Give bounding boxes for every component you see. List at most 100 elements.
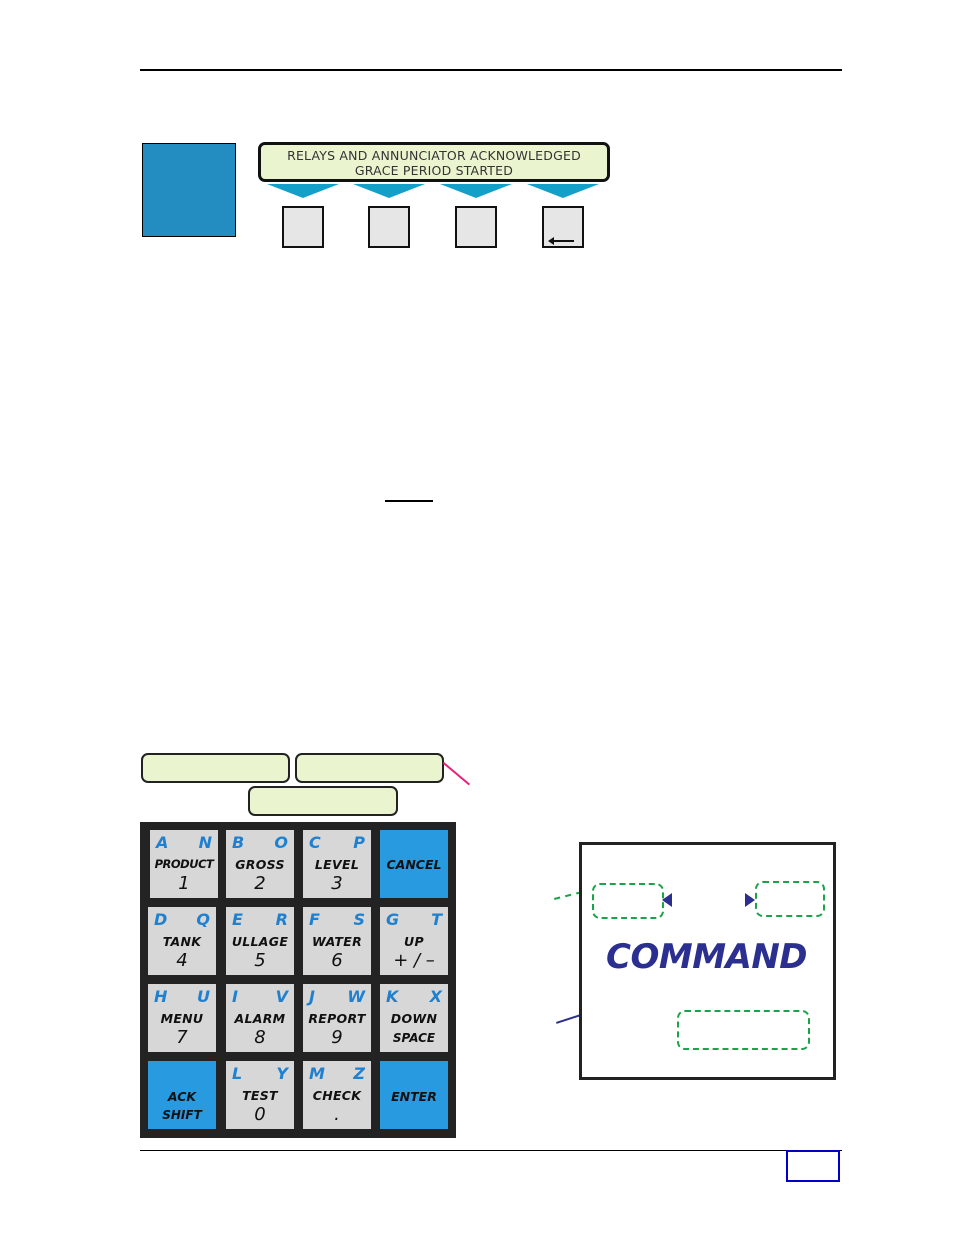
key-letters: LY (232, 1064, 288, 1083)
key-function: ENTER (391, 1089, 437, 1104)
header-rule (140, 69, 842, 71)
key-number: + / – (393, 950, 435, 971)
letter-left: B (232, 833, 245, 852)
key-letters: MZ (309, 1064, 365, 1083)
softkey-pointer-2 (353, 184, 425, 198)
key-letters: FS (309, 910, 365, 929)
right-triangle-icon (745, 893, 755, 907)
key-test-0[interactable]: LY TEST 0 (226, 1061, 294, 1129)
letter-right: Z (353, 1064, 365, 1083)
key-letters: KX (386, 987, 442, 1006)
letter-right: Q (196, 910, 210, 929)
key-number: 8 (254, 1027, 266, 1048)
letter-left: J (309, 987, 315, 1006)
key-menu-7[interactable]: HU MENU 7 (148, 984, 216, 1052)
key-number: 4 (176, 950, 188, 971)
lcd-line-2: GRACE PERIOD STARTED (354, 163, 514, 178)
key-letters: BO (232, 833, 288, 852)
callout-box-3 (248, 786, 398, 816)
key-letters: DQ (154, 910, 210, 929)
key-down-space[interactable]: KX DOWN SPACE (380, 984, 448, 1052)
key-function: TEST (242, 1088, 278, 1103)
letter-left: L (232, 1064, 243, 1083)
blue-leader-line (556, 1013, 582, 1024)
back-arrow-icon (548, 237, 574, 245)
key-function: UP (404, 934, 424, 949)
key-sub-function: SHIFT (162, 1108, 202, 1122)
key-function: CHECK (312, 1088, 362, 1103)
key-letters: AN (156, 833, 212, 852)
letter-left: D (154, 910, 168, 929)
letter-left: M (309, 1064, 325, 1083)
key-product-1[interactable]: AN PRODUCT 1 (150, 830, 218, 898)
callout-box-1 (141, 753, 290, 783)
key-number: . (334, 1104, 340, 1125)
key-function: ULLAGE (231, 934, 289, 949)
letter-left: F (309, 910, 320, 929)
key-letters: GT (386, 910, 442, 929)
footer-rule (140, 1150, 842, 1151)
lcd-line-1: RELAYS AND ANNUNCIATOR ACKNOWLEDGED (287, 148, 581, 163)
key-function: LEVEL (314, 857, 360, 872)
key-ullage-5[interactable]: ER ULLAGE 5 (226, 907, 294, 975)
key-cancel[interactable]: CANCEL (380, 830, 448, 898)
page-number-box (786, 1150, 840, 1182)
key-function: TANK (162, 934, 202, 949)
softkey-pointer-1 (267, 184, 339, 198)
letter-right: N (198, 833, 212, 852)
key-letters: HU (154, 987, 210, 1006)
letter-right: W (347, 987, 365, 1006)
letter-left: A (156, 833, 169, 852)
letter-right: T (431, 910, 442, 929)
key-function: REPORT (308, 1011, 366, 1026)
blue-indicator-block (142, 143, 236, 237)
key-ack-shift[interactable]: ACK SHIFT (148, 1061, 216, 1129)
letter-left: C (309, 833, 321, 852)
letter-left: I (232, 987, 238, 1006)
key-up-plus-minus[interactable]: GT UP + / – (380, 907, 448, 975)
key-alarm-8[interactable]: IV ALARM 8 (226, 984, 294, 1052)
lcd-display: RELAYS AND ANNUNCIATOR ACKNOWLEDGED GRAC… (258, 142, 610, 182)
key-function: GROSS (235, 857, 285, 872)
dashed-region-left (592, 883, 664, 919)
letter-right: U (197, 987, 210, 1006)
key-number: 3 (331, 873, 343, 894)
key-function: WATER (311, 934, 362, 949)
softkey-pointer-4 (527, 184, 599, 198)
keypad: AN PRODUCT 1 BO GROSS 2 CP LEVEL 3 CANCE… (140, 822, 456, 1138)
key-number: 5 (254, 950, 266, 971)
letter-right: O (274, 833, 288, 852)
softkey-1[interactable] (282, 206, 324, 248)
letter-right: S (353, 910, 365, 929)
key-water-6[interactable]: FS WATER 6 (303, 907, 371, 975)
softkey-4-back[interactable] (542, 206, 584, 248)
key-function: DOWN (390, 1011, 438, 1026)
letter-right: P (353, 833, 365, 852)
key-gross-2[interactable]: BO GROSS 2 (226, 830, 294, 898)
command-title: COMMAND (606, 937, 808, 977)
key-letters: IV (232, 987, 288, 1006)
callout-leader-line (442, 762, 471, 786)
key-number: 0 (254, 1104, 266, 1125)
key-number: 1 (178, 873, 190, 894)
key-enter[interactable]: ENTER (380, 1061, 448, 1129)
softkey-pointer-3 (440, 184, 512, 198)
letter-left: E (232, 910, 243, 929)
key-tank-4[interactable]: DQ TANK 4 (148, 907, 216, 975)
left-triangle-icon (662, 893, 672, 907)
softkey-3[interactable] (455, 206, 497, 248)
key-letters: JW (309, 987, 365, 1006)
softkey-2[interactable] (368, 206, 410, 248)
command-screen: COMMAND (579, 842, 836, 1080)
key-letters: ER (232, 910, 288, 929)
key-report-9[interactable]: JW REPORT 9 (303, 984, 371, 1052)
key-function: MENU (160, 1011, 204, 1026)
key-function: ALARM (234, 1011, 286, 1026)
underline-mark (385, 500, 433, 502)
callout-box-2 (295, 753, 444, 783)
key-level-3[interactable]: C P LEVEL 3 (303, 830, 371, 898)
dashed-region-right (755, 881, 825, 917)
key-check-dot[interactable]: MZ CHECK . (303, 1061, 371, 1129)
key-sub-function: SPACE (392, 1031, 436, 1045)
letter-left: H (154, 987, 168, 1006)
